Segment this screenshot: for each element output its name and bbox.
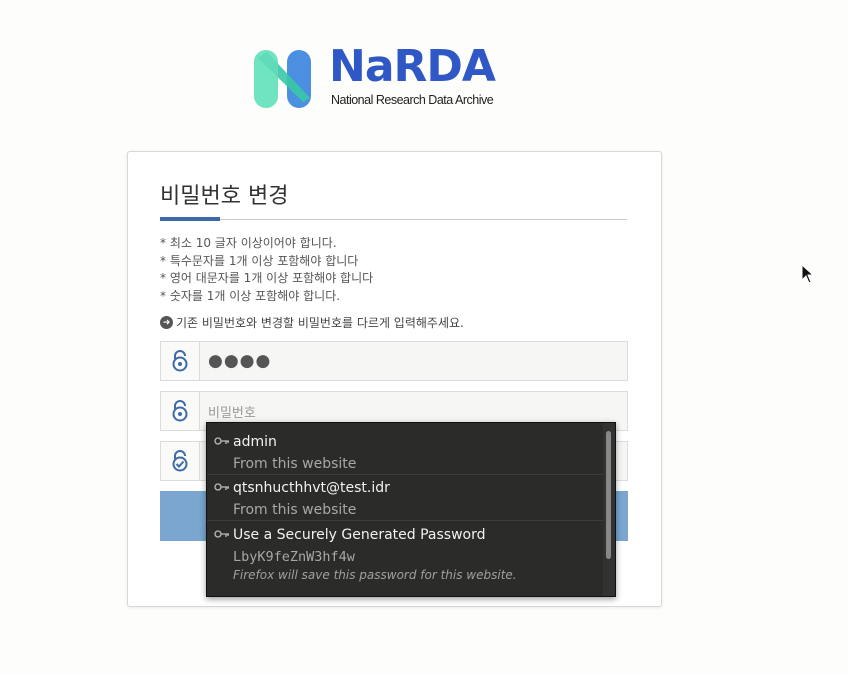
narda-logo-mark-icon <box>254 50 311 108</box>
title-divider <box>160 219 627 220</box>
lock-icon <box>161 392 200 430</box>
title-accent-bar <box>160 217 220 221</box>
autocomplete-username: admin <box>233 434 277 450</box>
generated-password-note: Firefox will save this password for this… <box>233 568 517 582</box>
rule-item: * 최소 10 글자 이상이어야 합니다. <box>160 236 337 250</box>
generated-password-label: Use a Securely Generated Password <box>233 527 486 543</box>
rule-item: * 영어 대문자를 1개 이상 포함해야 합니다 <box>160 271 374 285</box>
lock-check-icon <box>161 442 200 480</box>
notice-text: 기존 비밀번호와 변경할 비밀번호를 다르게 입력해주세요. <box>176 316 464 330</box>
lock-icon <box>161 342 200 380</box>
autocomplete-source: From this website <box>233 456 357 472</box>
page-title: 비밀번호 변경 <box>160 184 289 209</box>
arrow-circle-icon: ➜ <box>160 316 173 329</box>
logo-subtitle: National Research Data Archive <box>331 93 494 107</box>
password-rules: * 최소 10 글자 이상이어야 합니다. * 특수문자를 1개 이상 포함해야… <box>160 235 373 305</box>
new-password-input[interactable]: 비밀번호 <box>208 402 256 421</box>
generated-password-value: LbyK9feZnW3hf4w <box>233 549 355 565</box>
logo-wordmark: NaRDA <box>329 41 496 92</box>
rule-item: * 특수문자를 1개 이상 포함해야 합니다 <box>160 253 359 268</box>
key-icon <box>214 530 229 538</box>
key-icon <box>214 483 229 491</box>
generated-password-item[interactable]: Use a Securely Generated Password LbyK9f… <box>207 520 605 590</box>
mouse-cursor-icon <box>801 264 815 284</box>
autocomplete-source: From this website <box>233 502 357 518</box>
current-password-input[interactable]: ●●●● <box>208 351 271 371</box>
current-password-field[interactable]: ●●●● <box>160 341 628 381</box>
scrollbar-thumb[interactable] <box>606 431 611 559</box>
autocomplete-username: qtsnhucthhvt@test.idr <box>233 480 390 496</box>
password-autocomplete-popup: admin From this website qtsnhucthhvt@tes… <box>206 422 616 597</box>
notice: ➜ 기존 비밀번호와 변경할 비밀번호를 다르게 입력해주세요. <box>160 314 464 331</box>
narda-logo: NaRDA National Research Data Archive <box>253 42 538 112</box>
autocomplete-item[interactable]: qtsnhucthhvt@test.idr From this website <box>207 473 605 519</box>
rule-item: * 숫자를 1개 이상 포함해야 합니다. <box>160 288 341 303</box>
autocomplete-item[interactable]: admin From this website <box>207 427 605 473</box>
key-icon <box>214 437 229 445</box>
